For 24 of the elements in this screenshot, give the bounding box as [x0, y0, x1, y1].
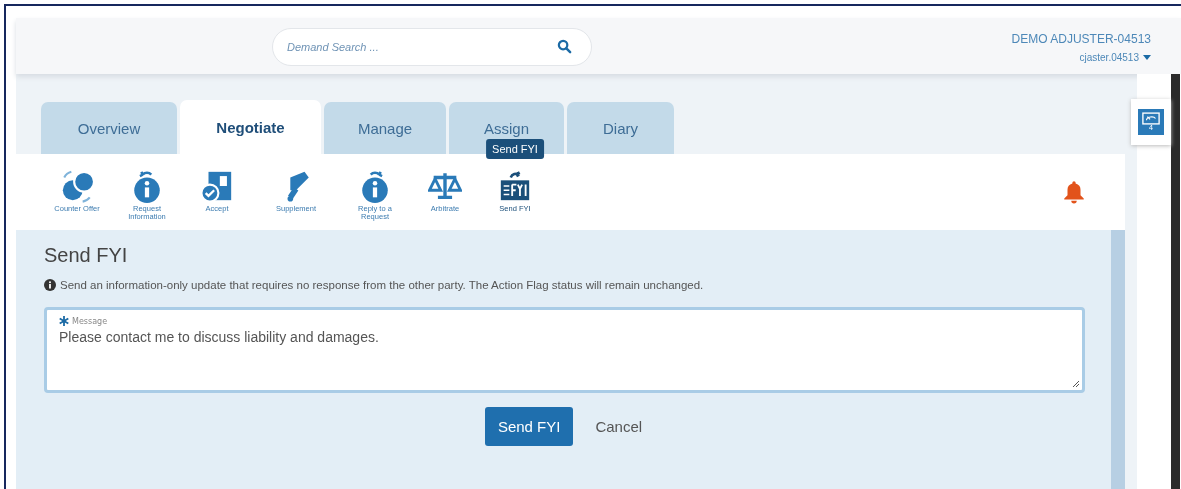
user-name: DEMO ADJUSTER-04513: [1011, 31, 1151, 46]
caret-icon[interactable]: [1143, 54, 1151, 60]
tab[interactable]: Negotiate: [180, 100, 321, 154]
cancel-button[interactable]: Cancel: [593, 414, 645, 439]
fyi-icon: [498, 169, 532, 203]
user-login[interactable]: cjaster.04513: [1079, 51, 1139, 63]
info-icon: [44, 279, 56, 291]
tab[interactable]: Overview: [41, 102, 177, 154]
coins-icon: [60, 169, 94, 203]
info-text: Send an information-only update that requires no response from the other party. The Action Flag status will remain unchanged.: [60, 279, 704, 291]
search-field[interactable]: Demand Search ...: [272, 28, 592, 66]
field-value: Please contact me to discuss liability and damages.: [59, 329, 380, 345]
tooltip: Send FYI: [486, 139, 544, 159]
tab[interactable]: Manage: [324, 102, 446, 154]
message-field[interactable]: Message Please contact me to discuss liability and damages.: [44, 307, 1085, 393]
search-icon[interactable]: [557, 39, 572, 54]
form-title: Send FYI: [44, 244, 129, 267]
resize-handle-icon[interactable]: [1072, 380, 1080, 388]
scrollbar[interactable]: [1171, 74, 1180, 489]
tab[interactable]: Diary: [567, 102, 674, 154]
document-check-icon: [200, 169, 234, 203]
bell-icon[interactable]: [1063, 179, 1085, 205]
field-label: Message: [72, 316, 108, 326]
send-button[interactable]: Send FYI: [484, 407, 574, 446]
